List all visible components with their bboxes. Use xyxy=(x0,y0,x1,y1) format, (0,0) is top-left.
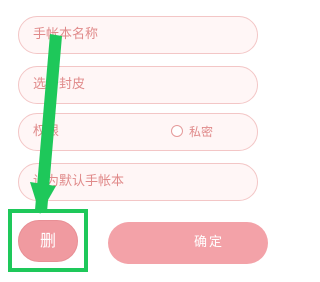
annotation-arrow-icon xyxy=(30,34,62,214)
